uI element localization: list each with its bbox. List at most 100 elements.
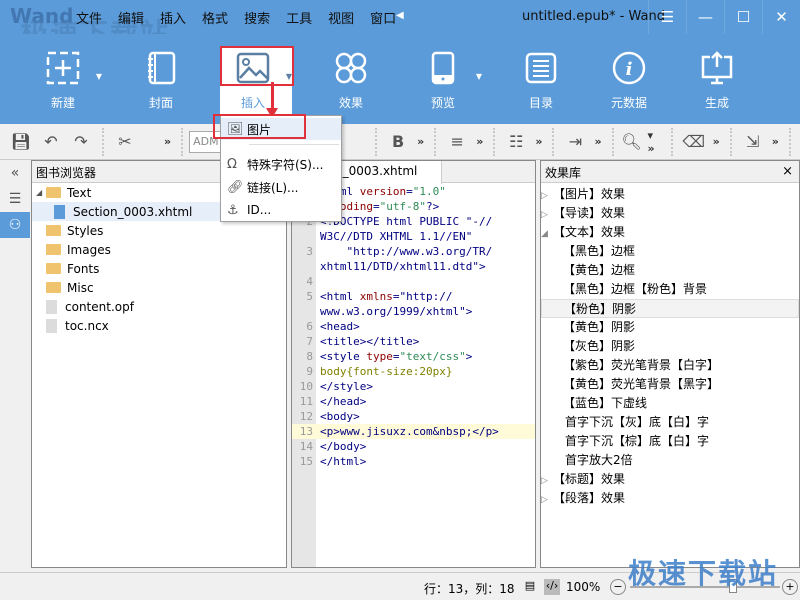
toolbar-more-button[interactable]: » <box>160 135 175 148</box>
options-menu-icon[interactable]: ☰ <box>648 0 686 34</box>
chevron-down-icon[interactable]: ▼ <box>476 72 482 81</box>
code-line[interactable]: 4 <box>292 274 535 289</box>
code-line[interactable]: www.w3.org/1999/xhtml"> <box>292 304 535 319</box>
tree-item-label: Text <box>67 185 92 200</box>
ribbon-cover-button[interactable]: 封面 <box>126 48 196 111</box>
effect-item[interactable]: 首字放大2倍 <box>541 451 799 470</box>
menu-item-id[interactable]: ⚓︎ ID... <box>221 199 341 221</box>
book-view-icon[interactable]: ▤ <box>522 579 538 595</box>
code-line[interactable]: 5 <html xmlns="http:// <box>292 289 535 304</box>
toolbar-more-button[interactable]: » <box>531 135 546 148</box>
tree-item[interactable]: Styles <box>32 221 286 240</box>
effect-group[interactable]: ▷ 【段落】效果 <box>541 489 799 508</box>
ribbon-new-button[interactable]: 新建 ▼ <box>28 48 102 111</box>
tree-item-label: Styles <box>67 223 104 238</box>
maximize-button[interactable]: ☐ <box>724 0 762 34</box>
code-view-icon[interactable]: ‹/› <box>544 579 560 595</box>
code-line[interactable]: 6 <head> <box>292 319 535 334</box>
toolbar-more-button[interactable]: » <box>472 135 487 148</box>
undo-icon[interactable]: ↶ <box>36 129 66 155</box>
toolbar-more-button[interactable]: » <box>709 135 724 148</box>
menu-search[interactable]: 搜索 <box>236 8 278 27</box>
code-line[interactable]: 9 body{font-size:20px} <box>292 364 535 379</box>
ribbon-preview-button[interactable]: 预览 ▼ <box>408 48 482 111</box>
code-line[interactable]: 3 "http://www.w3.org/TR/ <box>292 244 535 259</box>
toolbar-more-button[interactable]: » <box>768 135 783 148</box>
effect-item[interactable]: 【黄色】阴影 <box>541 318 799 337</box>
tree-item[interactable]: Fonts <box>32 259 286 278</box>
watermark-bottom: 极速下载站 <box>628 557 779 590</box>
cut-icon[interactable]: ✂ <box>110 129 140 155</box>
menu-format[interactable]: 格式 <box>194 8 236 27</box>
minimize-button[interactable]: — <box>686 0 724 34</box>
effect-item[interactable]: 【黑色】边框 <box>541 242 799 261</box>
zoom-out-icon[interactable]: − <box>610 579 626 595</box>
code-line[interactable]: 7 <title></title> <box>292 334 535 349</box>
menu-item-link[interactable]: 🔗︎ 链接(L)... <box>221 176 341 198</box>
close-button[interactable]: ✕ <box>762 0 800 34</box>
insert-file-icon[interactable]: ⇲ <box>738 129 768 155</box>
menu-tools[interactable]: 工具 <box>278 8 320 27</box>
effect-item[interactable]: 【粉色】阴影 <box>541 299 799 318</box>
code-line[interactable]: 11 </head> <box>292 394 535 409</box>
eraser-icon[interactable]: ⌫ <box>679 129 709 155</box>
effect-group[interactable]: ◢ 【文本】效果 <box>541 223 799 242</box>
tree-item-label: toc.ncx <box>65 318 109 333</box>
effect-item[interactable]: 【紫色】荧光笔背景【白字】 <box>541 356 799 375</box>
code-line[interactable]: W3C//DTD XHTML 1.1//EN" <box>292 229 535 244</box>
toolbar-more-button[interactable]: » <box>413 135 428 148</box>
effect-item[interactable]: 【灰色】阴影 <box>541 337 799 356</box>
chevron-down-icon[interactable]: ▼ <box>96 72 102 81</box>
effect-item[interactable]: 【黄色】荧光笔背景【黑字】 <box>541 375 799 394</box>
list-view-icon[interactable]: ☰ <box>0 186 30 212</box>
code-line[interactable]: 10 </style> <box>292 379 535 394</box>
save-icon[interactable]: 💾︎ <box>6 129 36 155</box>
menu-file[interactable]: 文件 <box>68 8 110 27</box>
zoom-in-icon[interactable]: + <box>782 579 798 595</box>
ribbon-effects-button[interactable]: 效果 <box>316 48 386 111</box>
effect-item[interactable]: 【黑色】边框【粉色】背景 <box>541 280 799 299</box>
ribbon-toc-button[interactable]: 目录 <box>506 48 576 111</box>
menu-item-special-char[interactable]: Ω 特殊字符(S)... <box>221 153 341 175</box>
align-left-icon[interactable]: ≡ <box>442 129 472 155</box>
effect-group[interactable]: ▷ 【标题】效果 <box>541 470 799 489</box>
collapse-menu-icon[interactable]: ◀ <box>396 10 404 21</box>
effect-group[interactable]: ▷ 【图片】效果 <box>541 185 799 204</box>
bold-button[interactable]: B <box>383 129 413 155</box>
effect-group[interactable]: ▷ 【导读】效果 <box>541 204 799 223</box>
effect-item[interactable]: 【黄色】边框 <box>541 261 799 280</box>
tree-item[interactable]: Images <box>32 240 286 259</box>
code-line[interactable]: 14 </body> <box>292 439 535 454</box>
expand-icon[interactable]: ◢ <box>541 225 549 244</box>
code-line[interactable]: 15 </html> <box>292 454 535 469</box>
toc-icon <box>506 48 576 88</box>
ribbon-metadata-button[interactable]: i 元数据 <box>594 48 664 111</box>
menu-view[interactable]: 视图 <box>320 8 362 27</box>
tree-item[interactable]: Misc <box>32 278 286 297</box>
menu-insert[interactable]: 插入 <box>152 8 194 27</box>
effect-item[interactable]: 【蓝色】下虚线 <box>541 394 799 413</box>
redo-icon[interactable]: ↷ <box>66 129 96 155</box>
tree-item[interactable]: content.opf <box>32 297 286 316</box>
code-line[interactable]: 13 <p>www.jisuxz.com&nbsp;</p> <box>292 424 535 439</box>
effect-label: 首字下沉【棕】底【白】字 <box>565 434 710 448</box>
menu-edit[interactable]: 编辑 <box>110 8 152 27</box>
toolbar-more-button[interactable]: » <box>590 135 605 148</box>
indent-icon[interactable]: ⇥ <box>560 129 590 155</box>
toolbar-more-button[interactable]: ▾ » <box>644 129 665 155</box>
ribbon-generate-button[interactable]: 生成 <box>682 48 752 111</box>
list-icon[interactable]: ☷ <box>501 129 531 155</box>
collapse-panel-icon[interactable]: « <box>0 160 30 186</box>
code-line[interactable]: 8 <style type="text/css"> <box>292 349 535 364</box>
code-line[interactable]: xhtml11/DTD/xhtml11.dtd"> <box>292 259 535 274</box>
expand-icon[interactable]: ◢ <box>36 188 46 197</box>
tree-item[interactable]: toc.ncx <box>32 316 286 335</box>
code-line[interactable]: 12 <body> <box>292 409 535 424</box>
expand-icon[interactable]: ▷ <box>541 491 549 510</box>
effect-item[interactable]: 首字下沉【棕】底【白】字 <box>541 432 799 451</box>
find-icon[interactable]: 🔍︎ <box>620 129 644 155</box>
effect-item[interactable]: 首字下沉【灰】底【白】字 <box>541 413 799 432</box>
close-icon[interactable]: × <box>782 164 793 179</box>
tree-view-icon[interactable]: ⚇ <box>0 212 30 238</box>
code-area[interactable]: <?xml version="1.0"encoding="utf-8"?>2<!… <box>292 184 535 567</box>
